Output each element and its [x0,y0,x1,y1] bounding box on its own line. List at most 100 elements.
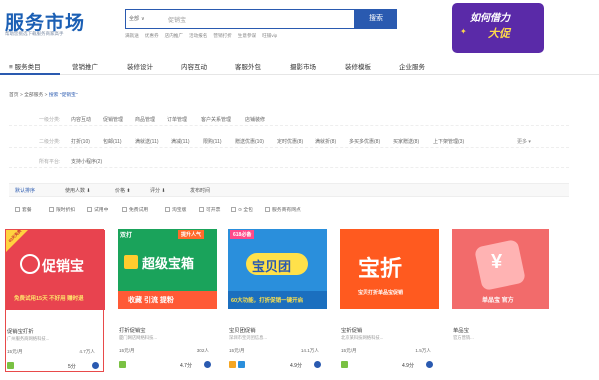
nav-active-indicator [0,73,60,75]
hot-link[interactable]: 店内推广 [165,33,183,38]
hot-link[interactable]: 营销打折 [213,33,231,38]
filter-option[interactable]: 限购(11) [203,138,222,145]
chat-icon[interactable] [204,361,211,368]
sort-default[interactable]: 默认排序 [15,187,35,194]
nav-templates[interactable]: 装修模板 [345,61,371,71]
sort-users[interactable]: 使用人数 ⬇ [65,187,91,194]
product-card[interactable]: 双打 提升人气 超级宝箱 收藏 引流 提粉 打折促销宝 厦门网店网络科技... … [118,229,217,372]
product-vendor: 官方营销... [453,335,474,340]
filter-option[interactable]: 满就折(8) [315,138,336,145]
product-price: 15元/月 [229,348,245,353]
search-button[interactable]: 搜索 [355,9,397,29]
hot-links: 满就送 优惠券 店内推广 活动报名 营销打折 生意参谋 旺铺vip [125,33,283,39]
product-image[interactable]: 618必备 宝贝团 60大功能，打折促销一键开启 [228,229,327,309]
product-image-title: 宝贝团 [252,259,292,274]
breadcrumb-home[interactable]: 首页 [9,93,19,98]
checkbox-invoice[interactable]: 可开票 [199,206,220,213]
product-card[interactable]: 60天免费 促销宝 免费试用15天 不好用 赚时退 促销宝打折 广州服务商网络科… [5,229,105,372]
product-name[interactable]: 宝折促销 [341,326,362,334]
product-vendor: 厦门网店网络科技... [119,335,157,340]
product-image-subtitle: 60大功能，打折促销一键开启 [231,298,304,304]
nav-service[interactable]: 客服外包 [235,61,261,71]
filter-option[interactable]: 促销管理 [103,116,123,123]
product-price: 15元/月 [341,348,357,353]
chat-icon[interactable] [426,361,433,368]
filter-option[interactable]: 满就送(11) [135,138,159,145]
filter-option[interactable]: 客户关系管理 [201,116,231,123]
filter-option[interactable]: 多买多优惠(8) [349,138,380,145]
product-name[interactable]: 打折促销宝 [119,326,146,334]
search-input[interactable] [168,12,348,26]
hot-link[interactable]: 生意参谋 [238,33,256,38]
filter-option[interactable]: 支持小程序(2) [71,158,102,165]
product-name[interactable]: 单品宝 [453,326,469,334]
star-icon: ✦ [460,27,467,36]
checkbox-discount[interactable]: 限时折扣 [49,206,75,213]
product-image-subtitle: 收藏 引流 提粉 [128,297,174,304]
nav-content[interactable]: 内容互动 [181,61,207,71]
sort-rating[interactable]: 评分 ⬇ [150,187,166,194]
badge-icon [341,361,348,368]
nav-marketing[interactable]: 营销推广 [72,61,98,71]
yen-icon: ¥ [491,251,503,273]
filter-checkboxes: 套餐 限时折扣 试用中 免费试用 淘宝版 可开票 ⊙ 全包 服务商有网点 [9,206,569,216]
checkbox-free-trial[interactable]: 免费试用 [122,206,148,213]
checkbox-all[interactable]: ⊙ 全包 [231,206,253,213]
product-image-subtitle: 单品宝 官方 [482,298,514,304]
filter-option[interactable]: 赠送优惠(10) [235,138,264,145]
checkbox-package[interactable]: 套餐 [15,206,32,213]
filter-label: 二级分类: [39,139,61,145]
logo-icon [20,254,40,274]
product-name[interactable]: 宝贝团促销 [229,326,256,334]
filter-option[interactable]: 买家赠送(8) [393,138,419,145]
filter-option[interactable]: 打折(10) [71,138,90,145]
badge-icon [119,361,126,368]
filter-option[interactable]: 满减(11) [171,138,190,145]
product-score: 5分 [68,364,76,370]
filter-more-button[interactable]: 更多 ▾ [517,138,531,145]
checkbox-outlet[interactable]: 服务商有网点 [265,206,301,213]
breadcrumb: 首页 > 全部服务 > 搜索 "促销宝" [9,91,78,98]
product-image-tag: 618必备 [230,230,255,239]
filter-option[interactable]: 上下架管理(3) [433,138,464,145]
nav-categories[interactable]: ≡ 服务类目 [9,61,41,71]
hot-link[interactable]: 旺铺vip [262,33,277,38]
breadcrumb-sep: > [19,93,23,98]
product-card[interactable]: 618必备 宝贝团 60大功能，打折促销一键开启 宝贝团促销 深圳市宝贝团信息.… [228,229,327,372]
hot-link[interactable]: 活动报名 [189,33,207,38]
product-footer: 5分 [6,361,105,371]
product-card[interactable]: ¥ 单品宝 官方 单品宝 官方营销... [452,229,551,372]
nav-enterprise[interactable]: 企业服务 [399,61,425,71]
product-name[interactable]: 促销宝打折 [7,327,34,335]
product-sales: 1.5万人 [415,348,431,353]
product-image[interactable]: ¥ 单品宝 官方 [452,229,549,309]
product-footer: 4.7分 [118,360,217,370]
filter-option[interactable]: 包邮(11) [103,138,122,145]
sort-price[interactable]: 价格 ⬍ [115,187,131,194]
hot-link[interactable]: 满就送 [125,33,139,38]
badge-icon [7,362,14,369]
hot-link[interactable]: 优惠券 [145,33,159,38]
product-image[interactable]: 宝折 宝贝打折单品宝促销 [340,229,439,309]
product-image[interactable]: 60天免费 促销宝 免费试用15天 不好用 赚时退 [6,230,105,310]
breadcrumb-all[interactable]: 全部服务 [24,93,43,98]
filter-option[interactable]: 店铺装修 [245,116,265,123]
filter-option[interactable]: 商品管理 [135,116,155,123]
search-scope-select[interactable]: 全部 ∨ [129,15,145,22]
product-card[interactable]: 宝折 宝贝打折单品宝促销 宝折促销 北京某科技网络科技... 15元/月 1.5… [340,229,439,372]
filter-option[interactable]: 定时优惠(8) [277,138,303,145]
product-image-tag2: 提升人气 [178,230,205,239]
chat-icon[interactable] [92,362,99,369]
promo-line1: 如何借力 [470,13,510,24]
filter-option[interactable]: 内容互动 [71,116,91,123]
sort-date[interactable]: 发布时间 [190,187,210,194]
nav-design[interactable]: 装修设计 [127,61,153,71]
checkbox-taobao[interactable]: 淘宝版 [165,206,186,213]
filter-option[interactable]: 订单管理 [167,116,187,123]
product-footer: 4.9分 [340,360,439,370]
promo-banner[interactable]: 如何借力 ✦ 大促 [452,3,544,53]
product-image[interactable]: 双打 提升人气 超级宝箱 收藏 引流 提粉 [118,229,217,309]
chat-icon[interactable] [314,361,321,368]
checkbox-trial[interactable]: 试用中 [87,206,108,213]
nav-photo[interactable]: 摄影市场 [290,61,316,71]
